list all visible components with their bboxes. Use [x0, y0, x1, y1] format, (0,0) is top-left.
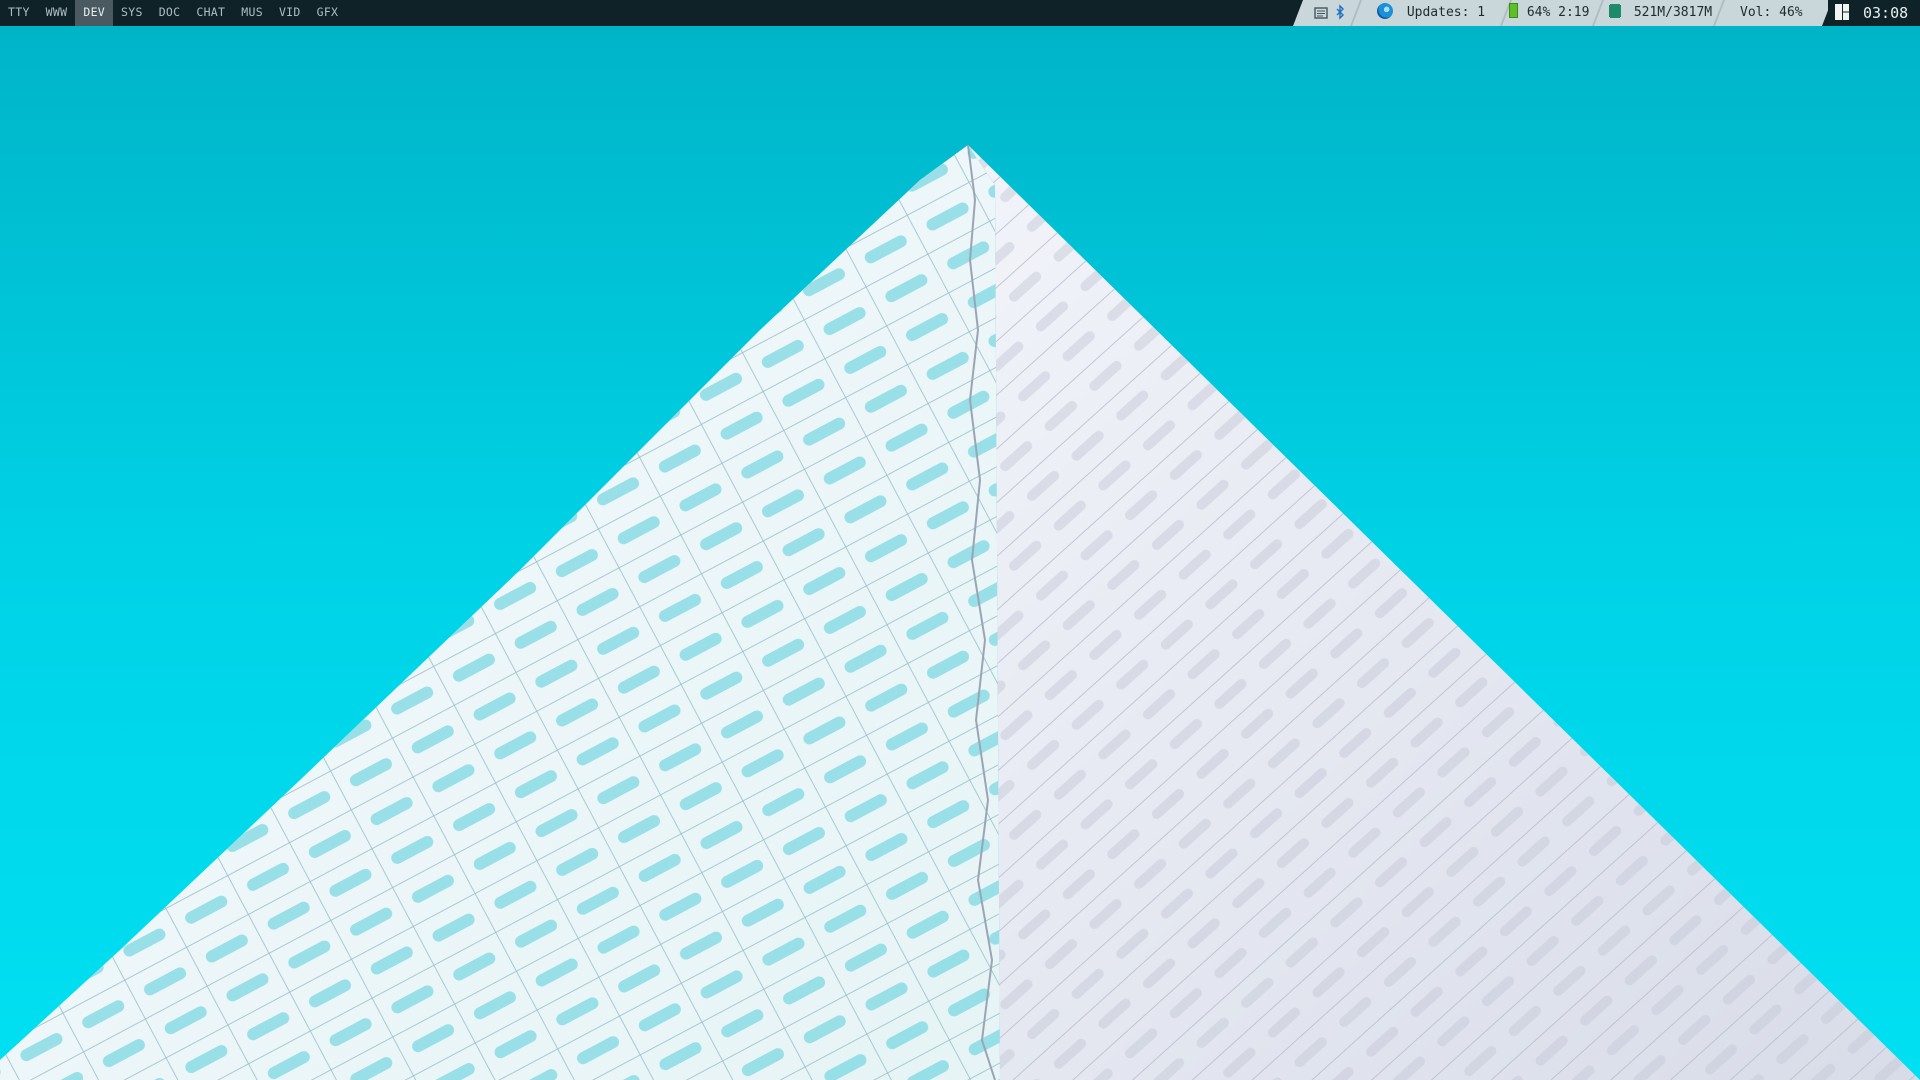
volume-indicator[interactable]: Vol: 46%: [1740, 0, 1803, 26]
desktop-wallpaper: [0, 26, 1920, 1080]
updates-indicator[interactable]: Updates: 1: [1377, 0, 1485, 26]
status-panel: Updates: 1 64% 2:19 521M/3817M Vol: 46%: [1293, 0, 1832, 26]
workspace-sys[interactable]: SYS: [113, 0, 151, 26]
clock-area: 03:08: [1828, 0, 1920, 26]
workspace-mus[interactable]: MUS: [233, 0, 271, 26]
clock: 03:08: [1863, 4, 1909, 22]
memory-label: 521M/3817M: [1633, 5, 1713, 20]
workspace-chat[interactable]: CHAT: [188, 0, 233, 26]
status-separator: [1592, 0, 1604, 26]
arch-spiral-icon: [1377, 3, 1393, 19]
workspace-gfx[interactable]: GFX: [309, 0, 347, 26]
window-list-icon[interactable]: [1314, 0, 1328, 26]
workspace-list: TTY WWW DEV SYS DOC CHAT MUS VID GFX: [0, 0, 346, 26]
updates-label: Updates: 1: [1406, 5, 1486, 20]
tiling-layout-icon[interactable]: [1834, 3, 1850, 21]
battery-icon: [1509, 3, 1518, 18]
status-separator: [1713, 0, 1725, 26]
workspace-doc[interactable]: DOC: [151, 0, 189, 26]
ram-chip-icon: [1609, 5, 1621, 17]
workspace-dev[interactable]: DEV: [75, 0, 114, 26]
workspace-www[interactable]: WWW: [38, 0, 76, 26]
memory-indicator[interactable]: 521M/3817M: [1609, 0, 1712, 26]
battery-indicator[interactable]: 64% 2:19: [1509, 0, 1589, 26]
volume-label: Vol: 46%: [1740, 5, 1803, 20]
status-separator: [1350, 0, 1362, 26]
workspace-vid[interactable]: VID: [271, 0, 309, 26]
workspace-tty[interactable]: TTY: [0, 0, 38, 26]
bluetooth-icon[interactable]: [1335, 0, 1345, 26]
top-bar: TTY WWW DEV SYS DOC CHAT MUS VID GFX Updates: 1 …: [0, 0, 1920, 26]
battery-label: 64% 2:19: [1526, 5, 1590, 20]
